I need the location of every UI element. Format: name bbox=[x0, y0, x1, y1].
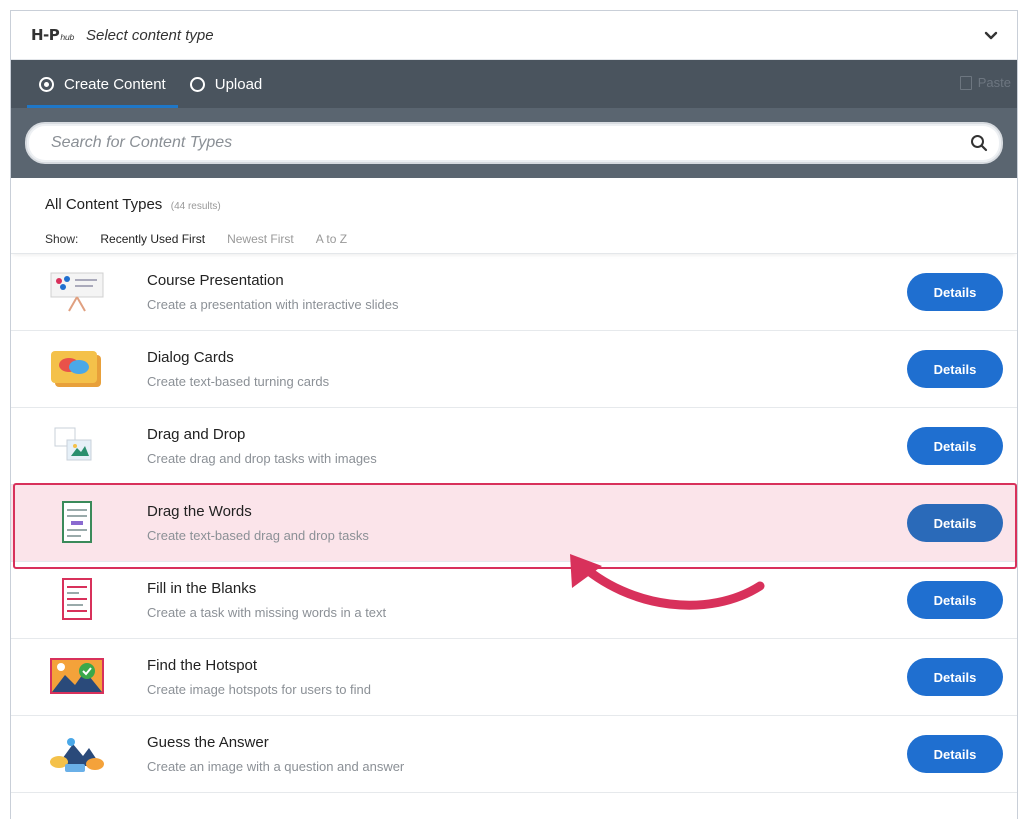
search-bar bbox=[11, 108, 1017, 178]
list-item-dialog-cards[interactable]: Dialog Cards Create text-based turning c… bbox=[11, 331, 1017, 408]
drag-and-drop-icon bbox=[45, 421, 109, 471]
radio-icon bbox=[189, 76, 205, 92]
list-item-drag-the-words[interactable]: Drag the Words Create text-based drag an… bbox=[11, 485, 1017, 562]
show-label: Show: bbox=[45, 232, 79, 246]
search-icon[interactable] bbox=[969, 133, 989, 153]
item-name: Drag the Words bbox=[147, 503, 252, 520]
drag-the-words-icon bbox=[45, 498, 109, 548]
tab-bar: Create Content Upload Paste bbox=[11, 60, 1017, 108]
item-desc: Create text-based turning cards bbox=[147, 374, 330, 389]
radio-selected-icon bbox=[39, 76, 54, 92]
details-button[interactable]: Details bbox=[907, 427, 1003, 465]
list-item-course-presentation[interactable]: Course Presentation Create a presentatio… bbox=[11, 254, 1017, 331]
sort-a-to-z[interactable]: A to Z bbox=[316, 232, 347, 246]
search-field[interactable] bbox=[25, 122, 1003, 164]
list-item-find-the-hotspot[interactable]: Find the Hotspot Create image hotspots f… bbox=[11, 639, 1017, 716]
list-item-fill-in-the-blanks[interactable]: Fill in the Blanks Create a task with mi… bbox=[11, 562, 1017, 639]
list-item-guess-the-answer[interactable]: Guess the Answer Create an image with a … bbox=[11, 716, 1017, 793]
clipboard-icon bbox=[959, 75, 972, 90]
content-type-selector: H-Phub Select content type Create Conten… bbox=[10, 10, 1018, 819]
details-button[interactable]: Details bbox=[907, 273, 1003, 311]
course-presentation-icon bbox=[45, 267, 109, 317]
item-name: Guess the Answer bbox=[147, 734, 269, 751]
results-title: All Content Types bbox=[45, 196, 163, 213]
guess-the-answer-icon bbox=[45, 729, 109, 779]
dialog-cards-icon bbox=[45, 344, 109, 394]
chevron-down-icon[interactable] bbox=[981, 25, 1001, 45]
details-button[interactable]: Details bbox=[907, 735, 1003, 773]
item-name: Course Presentation bbox=[147, 272, 284, 289]
item-desc: Create text-based drag and drop tasks bbox=[147, 528, 369, 543]
tab-label: Create Content bbox=[64, 75, 166, 93]
h5p-logo: H-Phub bbox=[31, 26, 74, 44]
tab-create-content[interactable]: Create Content bbox=[27, 60, 178, 108]
tab-label: Upload bbox=[214, 75, 263, 93]
item-name: Drag and Drop bbox=[147, 426, 246, 443]
item-name: Dialog Cards bbox=[147, 349, 234, 366]
item-desc: Create image hotspots for users to find bbox=[147, 682, 372, 697]
item-name: Find the Hotspot bbox=[147, 657, 258, 674]
item-desc: Create an image with a question and answ… bbox=[147, 759, 405, 774]
item-desc: Create a task with missing words in a te… bbox=[147, 605, 387, 620]
item-desc: Create a presentation with interactive s… bbox=[147, 297, 399, 312]
content-type-list: Course Presentation Create a presentatio… bbox=[11, 254, 1017, 793]
header-title: Select content type bbox=[86, 26, 214, 44]
fill-in-the-blanks-icon bbox=[45, 575, 109, 625]
details-button[interactable]: Details bbox=[907, 504, 1003, 542]
results-header: All Content Types (44 results) Show: Rec… bbox=[11, 178, 1017, 254]
list-item-drag-and-drop[interactable]: Drag and Drop Create drag and drop tasks… bbox=[11, 408, 1017, 485]
paste-button[interactable]: Paste bbox=[959, 75, 1011, 90]
item-name: Fill in the Blanks bbox=[147, 580, 257, 597]
hub-header[interactable]: H-Phub Select content type bbox=[11, 11, 1017, 60]
details-button[interactable]: Details bbox=[907, 581, 1003, 619]
search-input[interactable] bbox=[49, 133, 969, 153]
sort-recently-used[interactable]: Recently Used First bbox=[100, 232, 205, 246]
details-button[interactable]: Details bbox=[907, 350, 1003, 388]
find-the-hotspot-icon bbox=[45, 652, 109, 702]
sort-options: Show: Recently Used First Newest First A… bbox=[45, 232, 983, 246]
sort-newest-first[interactable]: Newest First bbox=[227, 232, 294, 246]
item-desc: Create drag and drop tasks with images bbox=[147, 451, 377, 466]
paste-label: Paste bbox=[977, 75, 1011, 90]
results-count: (44 results) bbox=[170, 201, 221, 212]
details-button[interactable]: Details bbox=[907, 658, 1003, 696]
tab-upload[interactable]: Upload bbox=[178, 60, 275, 108]
